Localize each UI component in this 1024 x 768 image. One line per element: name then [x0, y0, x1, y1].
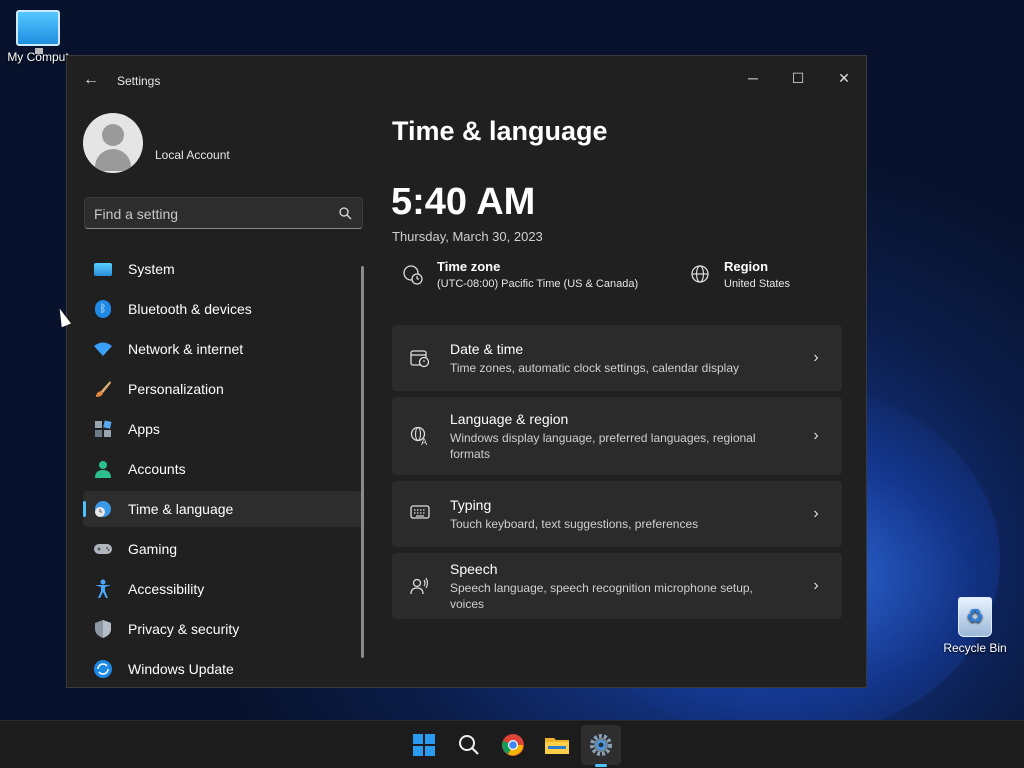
card-date-time[interactable]: Date & time Time zones, automatic clock … [392, 325, 842, 391]
search-icon[interactable] [455, 731, 483, 759]
card-title: Speech [450, 560, 498, 577]
gamepad-icon [93, 539, 113, 559]
sidebar-item-label: Apps [128, 421, 160, 437]
start-icon[interactable] [410, 731, 438, 759]
sidebar-item-apps[interactable]: Apps [83, 411, 363, 447]
card-typing[interactable]: Typing Touch keyboard, text suggestions,… [392, 481, 842, 547]
region-info: Region United States [688, 259, 790, 290]
time-zone-value: (UTC-08:00) Pacific Time (US & Canada) [437, 278, 639, 290]
avatar[interactable] [83, 113, 143, 173]
sidebar-item-label: Personalization [128, 381, 224, 397]
card-title: Language & region [450, 410, 569, 427]
sidebar-item-personalization[interactable]: Personalization [83, 371, 363, 407]
sidebar-item-accessibility[interactable]: Accessibility [83, 571, 363, 607]
settings-icon[interactable] [581, 725, 621, 765]
card-description: Windows display language, preferred lang… [450, 430, 756, 461]
sidebar-item-label: System [128, 261, 175, 277]
wifi-icon [93, 339, 113, 359]
page-title: Time & language [392, 116, 608, 146]
sidebar-item-label: Bluetooth & devices [128, 301, 252, 317]
time-zone-info: Time zone (UTC-08:00) Pacific Time (US &… [401, 259, 638, 290]
monitor-icon [16, 10, 60, 54]
svg-text:A: A [421, 438, 428, 446]
account-name: Local Account [155, 148, 230, 162]
speech-icon [410, 576, 430, 596]
app-title: Settings [117, 74, 161, 88]
sidebar-item-label: Privacy & security [128, 621, 240, 637]
current-date: Thursday, March 30, 2023 [392, 229, 543, 244]
time-language-icon [93, 499, 113, 519]
maximize-button[interactable]: ☐ [781, 64, 815, 92]
close-button[interactable]: ✕ [827, 64, 861, 92]
recycle-bin-icon: ♻ [958, 597, 992, 637]
calendar-clock-icon [410, 348, 430, 368]
desktop-icon-label: Recycle Bin [943, 641, 1007, 655]
globe-icon [688, 264, 712, 288]
update-icon [93, 659, 113, 679]
search-icon[interactable] [338, 206, 352, 220]
current-time: 5:40 AM [391, 181, 536, 223]
sidebar-item-label: Time & language [128, 501, 234, 517]
card-title: Typing [450, 496, 492, 513]
sidebar-scrollbar[interactable] [361, 266, 364, 658]
chevron-right-icon: › [813, 577, 819, 594]
desktop-icon-recycle-bin[interactable]: ♻ Recycle Bin [935, 597, 1015, 655]
time-zone-title: Time zone [437, 259, 501, 274]
bluetooth-icon: ᛒ [93, 299, 113, 319]
accessibility-icon [93, 579, 113, 599]
back-button[interactable]: ← [81, 70, 101, 90]
sidebar-item-gaming[interactable]: Gaming [83, 531, 363, 567]
language-icon: A [410, 426, 430, 448]
card-title: Date & time [450, 340, 524, 357]
shield-icon [93, 619, 113, 639]
taskbar [0, 720, 1024, 768]
region-title: Region [724, 259, 769, 274]
active-app-indicator [595, 764, 607, 767]
system-icon [93, 259, 113, 279]
chevron-right-icon: › [813, 427, 819, 444]
sidebar-item-label: Accounts [128, 461, 186, 477]
chrome-icon[interactable] [499, 731, 527, 759]
sidebar-item-system[interactable]: System [83, 251, 363, 287]
search-input[interactable] [94, 204, 324, 224]
sidebar-item-label: Gaming [128, 541, 178, 557]
card-description: Touch keyboard, text suggestions, prefer… [450, 516, 699, 531]
settings-cards: Date & time Time zones, automatic clock … [392, 325, 842, 625]
arrow-left-icon: ← [83, 71, 99, 88]
sidebar-item-time-language[interactable]: Time & language [83, 491, 363, 527]
card-description: Time zones, automatic clock settings, ca… [450, 360, 740, 375]
search-box[interactable] [84, 197, 363, 229]
apps-icon [93, 419, 113, 439]
card-language-region[interactable]: A Language & region Windows display lang… [392, 397, 842, 475]
chevron-right-icon: › [813, 349, 819, 366]
chevron-right-icon: › [813, 505, 819, 522]
avatar-body [95, 149, 131, 171]
sidebar-item-accounts[interactable]: Accounts [83, 451, 363, 487]
sidebar-item-bluetooth[interactable]: ᛒ Bluetooth & devices [83, 291, 363, 327]
keyboard-icon [410, 504, 430, 524]
title-bar[interactable]: ← Settings ─ ☐ ✕ [67, 56, 866, 104]
minimize-button[interactable]: ─ [736, 64, 770, 92]
sidebar-item-label: Windows Update [128, 661, 234, 677]
accounts-icon [93, 459, 113, 479]
sidebar-item-privacy[interactable]: Privacy & security [83, 611, 363, 647]
sidebar-item-windows-update[interactable]: Windows Update [83, 651, 363, 687]
settings-window: ← Settings ─ ☐ ✕ Local Account System ᛒ … [66, 55, 867, 688]
sidebar-nav: System ᛒ Bluetooth & devices Network & i… [83, 251, 363, 691]
brush-icon [93, 379, 113, 399]
sidebar-item-label: Network & internet [128, 341, 244, 357]
file-explorer-icon[interactable] [543, 731, 571, 759]
card-description: Speech language, speech recognition micr… [450, 580, 753, 611]
avatar-head [102, 124, 124, 146]
sidebar-item-network[interactable]: Network & internet [83, 331, 363, 367]
globe-clock-icon [401, 264, 425, 288]
sidebar-item-label: Accessibility [128, 581, 205, 597]
card-speech[interactable]: Speech Speech language, speech recogniti… [392, 553, 842, 619]
region-value: United States [724, 278, 791, 290]
